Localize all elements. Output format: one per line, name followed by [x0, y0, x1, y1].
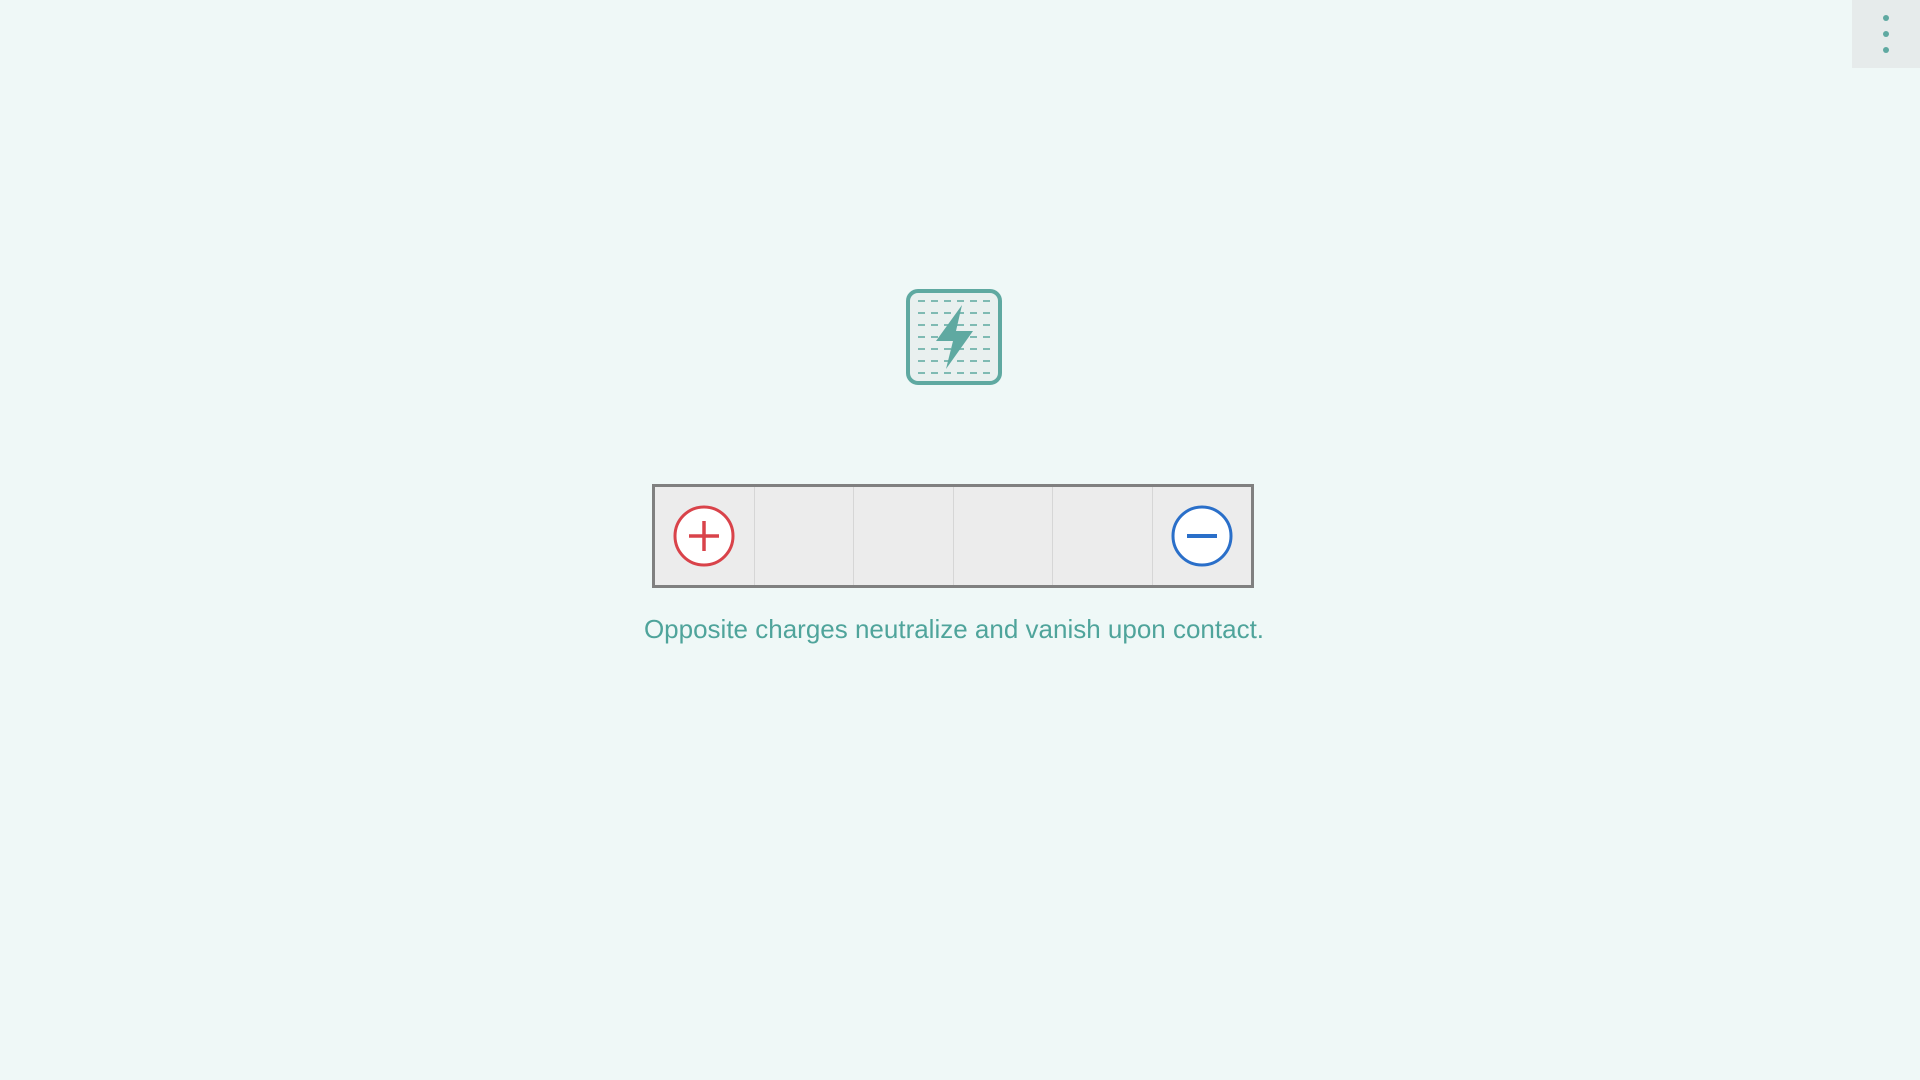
board-cell-6[interactable] — [1153, 487, 1252, 585]
positive-charge-icon[interactable] — [672, 504, 736, 568]
board-cell-5[interactable] — [1053, 487, 1153, 585]
charge-grid-lightning-icon — [906, 289, 1002, 385]
board-cell-2[interactable] — [755, 487, 854, 585]
board-cell-1[interactable] — [655, 487, 755, 585]
more-vertical-icon — [1881, 12, 1891, 56]
board-cell-4[interactable] — [954, 487, 1053, 585]
negative-charge-icon[interactable] — [1170, 504, 1234, 568]
board-cell-3[interactable] — [854, 487, 954, 585]
hint-text: Opposite charges neutralize and vanish u… — [643, 614, 1265, 644]
charge-board — [652, 484, 1254, 588]
menu-button[interactable] — [1852, 0, 1920, 68]
